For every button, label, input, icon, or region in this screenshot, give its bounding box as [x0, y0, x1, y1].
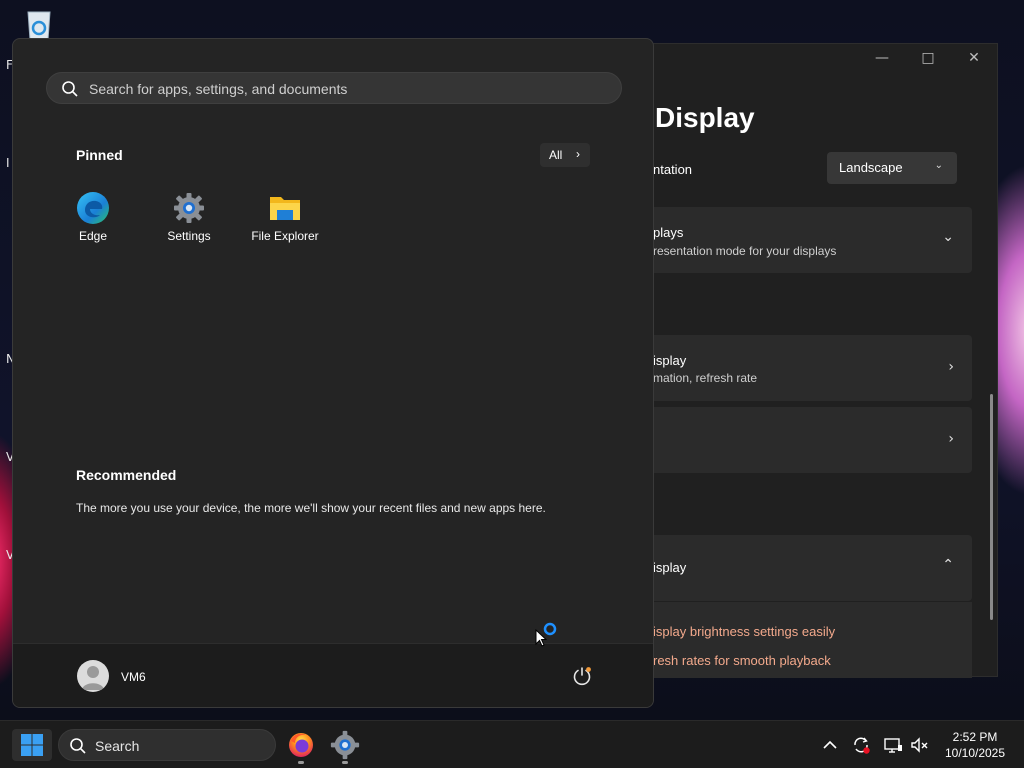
file-explorer-icon: [270, 197, 300, 220]
hdr-link-brightness[interactable]: isplay brightness settings easily: [653, 624, 835, 639]
busy-cursor-icon: [535, 622, 557, 647]
orientation-dropdown[interactable]: Landscape ⌄: [827, 152, 957, 184]
network-icon[interactable]: [883, 735, 903, 755]
avatar[interactable]: [77, 660, 109, 692]
chevron-up-icon[interactable]: [820, 735, 840, 755]
volume-muted-icon[interactable]: [909, 735, 929, 755]
start-search-box[interactable]: [46, 72, 622, 104]
recycle-bin-icon[interactable]: [20, 8, 58, 42]
recommended-heading: Recommended: [76, 467, 177, 483]
start-menu-footer: VM6: [13, 643, 653, 707]
clock-time: 2:52 PM: [952, 730, 998, 744]
power-icon[interactable]: [571, 665, 593, 687]
chevron-down-icon: ⌄: [942, 229, 954, 245]
pinned-app-edge[interactable]: Edge: [48, 187, 138, 253]
hdr-card[interactable]: isplay ⌃: [641, 535, 972, 601]
recommended-empty-message: The more you use your device, the more w…: [76, 501, 546, 515]
search-input[interactable]: [89, 78, 609, 100]
orientation-label: ntation: [653, 162, 693, 177]
chevron-right-icon: ›: [576, 147, 580, 161]
pinned-app-label: Edge: [78, 229, 108, 243]
chevron-right-icon: ›: [948, 431, 954, 447]
chevron-up-icon: ⌃: [942, 557, 954, 573]
user-icon: [82, 666, 104, 690]
scrollbar[interactable]: [990, 394, 993, 620]
pinned-app-label: File Explorer: [251, 229, 319, 243]
firefox-icon[interactable]: [285, 729, 317, 761]
settings-gear-icon: [174, 193, 204, 223]
graphics-card[interactable]: ›: [641, 407, 972, 473]
search-icon: [70, 738, 86, 754]
user-name[interactable]: VM6: [121, 670, 146, 684]
search-icon: [62, 81, 78, 97]
all-apps-label: All: [549, 148, 563, 162]
orientation-value: Landscape: [839, 160, 903, 175]
running-indicator: [298, 761, 304, 764]
hdr-title: isplay: [653, 560, 687, 575]
desktop-label-fragment: I: [6, 156, 10, 170]
pinned-app-settings[interactable]: Settings: [144, 187, 234, 253]
edge-icon: [77, 192, 109, 224]
multiple-displays-title: plays: [653, 225, 684, 240]
advanced-display-card[interactable]: isplay mation, refresh rate ›: [641, 335, 972, 401]
start-menu: Pinned All › Edge: [12, 38, 654, 708]
clock-date: 10/10/2025: [944, 746, 1006, 760]
pinned-app-file-explorer[interactable]: File Explorer: [240, 187, 330, 253]
multiple-displays-subtitle: resentation mode for your displays: [653, 244, 837, 258]
advanced-display-subtitle: mation, refresh rate: [653, 371, 758, 385]
running-indicator: [342, 761, 348, 764]
windows-logo-icon: [21, 734, 43, 756]
all-apps-button[interactable]: All ›: [540, 143, 590, 167]
settings-gear-icon[interactable]: [329, 729, 361, 761]
clock[interactable]: 2:52 PM 10/10/2025: [932, 729, 1018, 761]
taskbar: Search 2:52 PM 10/10/2025: [0, 720, 1024, 768]
start-button[interactable]: [12, 729, 52, 761]
settings-window: — □ ✕ Display ntation Landscape ⌄ plays …: [620, 43, 998, 678]
pinned-heading: Pinned: [76, 147, 123, 163]
taskbar-search[interactable]: Search: [58, 729, 276, 761]
page-title: Display: [655, 102, 755, 133]
sync-alert-icon[interactable]: [851, 735, 871, 755]
pinned-app-label: Settings: [167, 229, 211, 243]
taskbar-search-label: Search: [95, 738, 140, 754]
hdr-link-refresh[interactable]: resh rates for smooth playback: [653, 653, 831, 668]
advanced-display-title: isplay: [653, 353, 687, 368]
close-button[interactable]: ✕: [959, 50, 989, 66]
chevron-right-icon: ›: [948, 359, 954, 375]
maximize-button[interactable]: □: [913, 50, 943, 66]
minimize-button[interactable]: —: [867, 50, 897, 66]
multiple-displays-card[interactable]: plays resentation mode for your displays…: [641, 207, 972, 273]
hdr-expanded-panel: isplay brightness settings easily resh r…: [641, 602, 972, 678]
chevron-down-icon: ⌄: [934, 160, 943, 171]
